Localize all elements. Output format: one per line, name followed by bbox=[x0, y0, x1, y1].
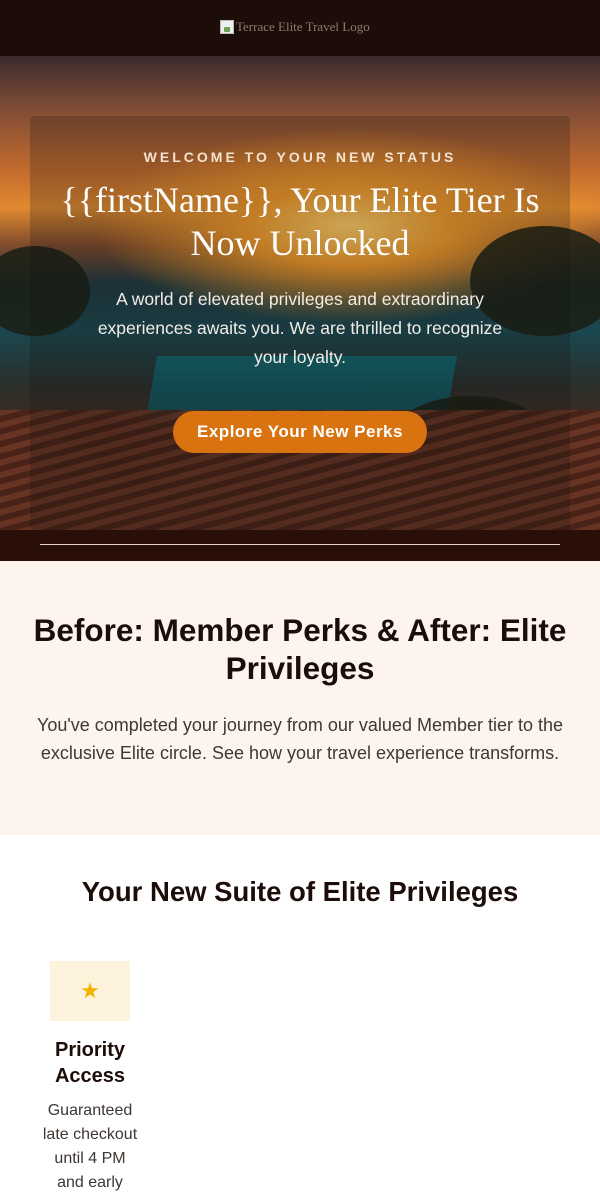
privilege-card: ★ Priority Access Guaranteed late checko… bbox=[40, 961, 140, 1195]
divider-band bbox=[0, 530, 600, 561]
hero-text: A world of elevated privileges and extra… bbox=[97, 289, 503, 367]
divider-line bbox=[40, 544, 560, 545]
explore-perks-button[interactable]: Explore Your New Perks bbox=[173, 411, 427, 453]
broken-image-icon bbox=[220, 20, 234, 34]
comparison-text: You've completed your journey from our v… bbox=[36, 715, 564, 763]
logo-alt-text: Terrace Elite Travel Logo bbox=[236, 19, 370, 34]
star-icon: ★ bbox=[50, 961, 130, 1021]
comparison-section: Before: Member Perks & After: Elite Priv… bbox=[0, 561, 600, 835]
privilege-card-text: Guaranteed late checkout until 4 PM and … bbox=[42, 1102, 138, 1191]
hero-eyebrow: WELCOME TO YOUR NEW STATUS bbox=[143, 149, 457, 165]
hero-title: {{firstName}}, Your Elite Tier Is Now Un… bbox=[60, 180, 540, 263]
privilege-card-title: Priority Access bbox=[54, 1039, 126, 1087]
brand-logo[interactable]: Terrace Elite Travel Logo bbox=[220, 19, 370, 35]
hero-section: WELCOME TO YOUR NEW STATUS {{firstName}}… bbox=[0, 56, 600, 530]
email-header: Terrace Elite Travel Logo bbox=[0, 0, 600, 56]
privileges-title: Your New Suite of Elite Privileges bbox=[81, 876, 519, 907]
privileges-section: Your New Suite of Elite Privileges ★ Pri… bbox=[0, 835, 600, 1195]
comparison-title: Before: Member Perks & After: Elite Priv… bbox=[33, 612, 567, 686]
hero-panel: WELCOME TO YOUR NEW STATUS {{firstName}}… bbox=[30, 116, 570, 530]
